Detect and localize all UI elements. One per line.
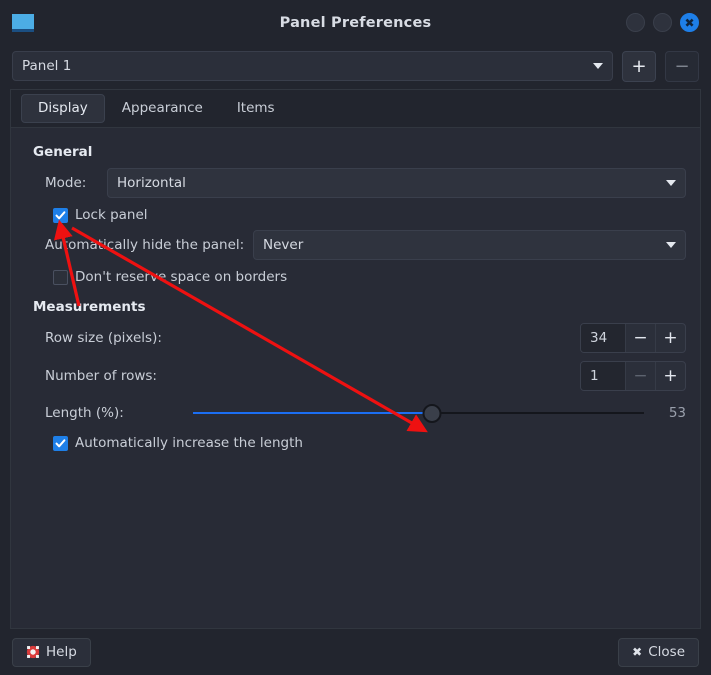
length-row: Length (%): 53 bbox=[25, 399, 686, 427]
panel-select-dropdown[interactable]: Panel 1 bbox=[12, 51, 613, 81]
lock-panel-checkbox[interactable] bbox=[53, 207, 68, 223]
remove-panel-button[interactable]: − bbox=[665, 50, 699, 82]
close-button[interactable]: ✖ Close bbox=[618, 637, 699, 667]
no-reserve-space-label: Don't reserve space on borders bbox=[75, 269, 288, 285]
auto-increase-length-checkbox[interactable] bbox=[53, 435, 68, 451]
panel-selector-row: Panel 1 + − bbox=[0, 45, 711, 87]
add-panel-button[interactable]: + bbox=[622, 50, 656, 82]
close-window-icon[interactable]: ✖ bbox=[680, 13, 699, 32]
minimize-button[interactable] bbox=[626, 13, 645, 32]
mode-value: Horizontal bbox=[117, 175, 186, 191]
row-size-increment-button[interactable]: + bbox=[655, 324, 685, 352]
no-reserve-row[interactable]: Don't reserve space on borders bbox=[53, 269, 686, 285]
row-size-label: Row size (pixels): bbox=[45, 330, 162, 346]
dialog-footer: Help ✖ Close bbox=[0, 629, 711, 675]
panel-select-value: Panel 1 bbox=[22, 58, 72, 74]
autohide-dropdown[interactable]: Never bbox=[253, 230, 686, 260]
length-value: 53 bbox=[668, 405, 686, 421]
slider-fill bbox=[193, 412, 433, 414]
mode-row: Mode: Horizontal bbox=[25, 168, 686, 198]
display-tab-panel: General Mode: Horizontal Lock panel Auto… bbox=[11, 128, 700, 628]
number-of-rows-value[interactable]: 1 bbox=[581, 362, 625, 390]
title-bar: Panel Preferences ✖ bbox=[0, 0, 711, 45]
number-of-rows-label: Number of rows: bbox=[45, 368, 157, 384]
row-size-decrement-button[interactable]: − bbox=[625, 324, 655, 352]
auto-length-row[interactable]: Automatically increase the length bbox=[53, 435, 686, 451]
tab-items[interactable]: Items bbox=[220, 94, 292, 123]
row-size-spinbox[interactable]: 34 − + bbox=[580, 323, 686, 353]
window-title: Panel Preferences bbox=[279, 14, 432, 31]
mode-label: Mode: bbox=[45, 175, 87, 191]
autohide-value: Never bbox=[263, 237, 304, 253]
help-label: Help bbox=[46, 644, 77, 660]
close-label: Close bbox=[648, 644, 685, 660]
check-icon bbox=[55, 210, 66, 219]
help-button[interactable]: Help bbox=[12, 637, 91, 667]
lock-panel-label: Lock panel bbox=[75, 207, 148, 223]
general-heading: General bbox=[33, 144, 93, 160]
slider-handle[interactable] bbox=[422, 403, 442, 423]
lock-panel-row[interactable]: Lock panel bbox=[53, 207, 686, 223]
measurements-heading: Measurements bbox=[33, 299, 146, 315]
tab-bar: Display Appearance Items bbox=[11, 90, 700, 128]
tab-display[interactable]: Display bbox=[21, 94, 105, 123]
slider-track bbox=[193, 412, 644, 414]
close-icon: ✖ bbox=[632, 645, 643, 659]
window-controls: ✖ bbox=[626, 13, 699, 32]
check-icon bbox=[55, 438, 66, 447]
chevron-down-icon bbox=[593, 63, 603, 69]
number-of-rows-spinbox[interactable]: 1 − + bbox=[580, 361, 686, 391]
panel-icon bbox=[12, 13, 34, 32]
row-size-row: Row size (pixels): 34 − + bbox=[25, 323, 686, 353]
length-slider[interactable]: 53 bbox=[193, 399, 686, 427]
panel-preferences-window: Panel Preferences ✖ Panel 1 + − Display … bbox=[0, 0, 711, 675]
length-label: Length (%): bbox=[45, 405, 124, 421]
row-size-value[interactable]: 34 bbox=[581, 324, 625, 352]
chevron-down-icon bbox=[666, 180, 676, 186]
chevron-down-icon bbox=[666, 242, 676, 248]
auto-increase-length-label: Automatically increase the length bbox=[75, 435, 303, 451]
autohide-label: Automatically hide the panel: bbox=[45, 237, 245, 253]
no-reserve-space-checkbox[interactable] bbox=[53, 269, 68, 285]
tab-appearance[interactable]: Appearance bbox=[105, 94, 220, 123]
autohide-row: Automatically hide the panel: Never bbox=[25, 230, 686, 260]
number-of-rows-row: Number of rows: 1 − + bbox=[25, 361, 686, 391]
number-of-rows-increment-button[interactable]: + bbox=[655, 362, 685, 390]
content-frame: Display Appearance Items General Mode: H… bbox=[10, 89, 701, 629]
maximize-button[interactable] bbox=[653, 13, 672, 32]
number-of-rows-decrement-button[interactable]: − bbox=[625, 362, 655, 390]
mode-dropdown[interactable]: Horizontal bbox=[107, 168, 686, 198]
lifebuoy-icon bbox=[26, 645, 40, 659]
